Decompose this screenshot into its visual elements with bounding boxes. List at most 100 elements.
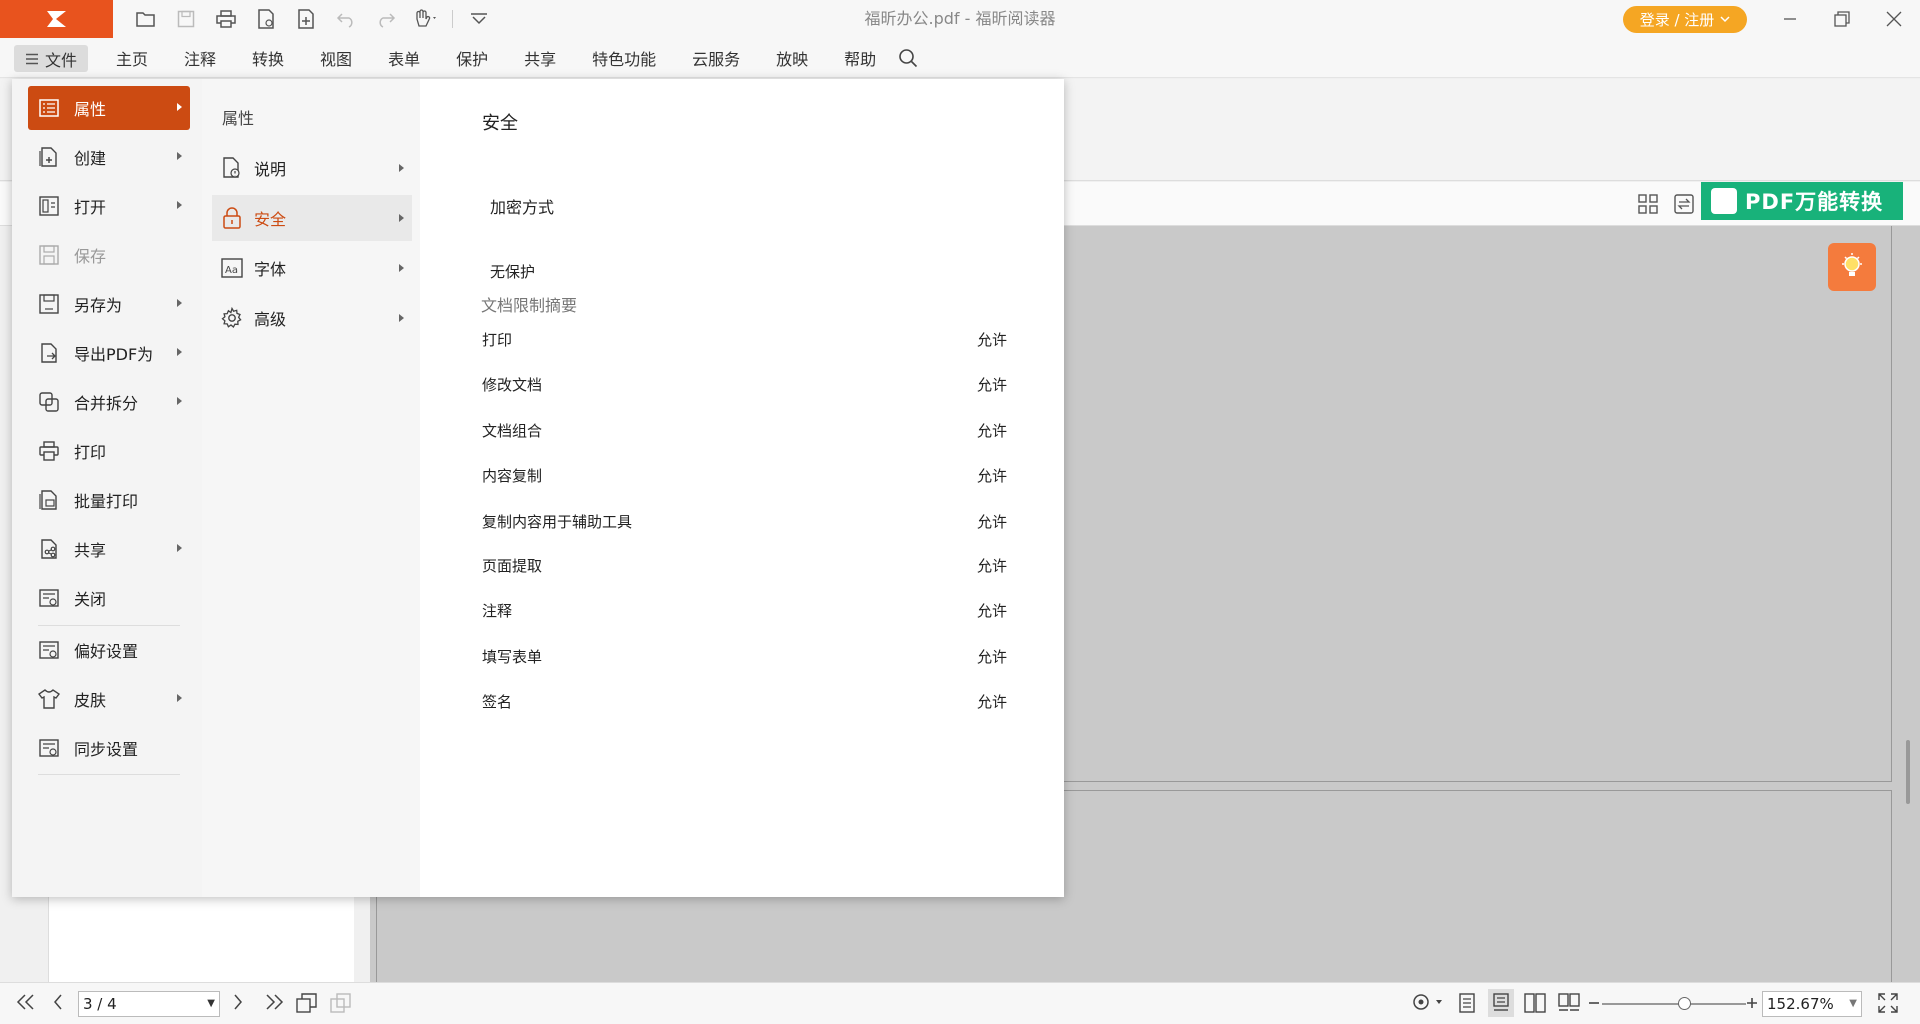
file-menu-item-label: 导出PDF为: [74, 345, 154, 364]
file-menu-item-preferences[interactable]: 偏好设置: [28, 628, 190, 672]
continuous-page-icon[interactable]: [1488, 989, 1514, 1017]
restore-button[interactable]: [1816, 0, 1868, 38]
file-menu-item-create[interactable]: 创建: [28, 135, 190, 179]
file-menu-button[interactable]: 文件: [14, 45, 88, 72]
file-menu-item-skin[interactable]: 皮肤: [28, 677, 190, 721]
close-button[interactable]: [1868, 0, 1920, 38]
skin-shirt-icon: [38, 688, 60, 710]
zoom-slider[interactable]: [1602, 997, 1746, 1010]
zoom-level-input[interactable]: 152.67% ▼: [1762, 991, 1862, 1017]
permission-row: 复制内容用于辅助工具 允许: [482, 506, 1007, 536]
properties-item-advanced[interactable]: 高级: [212, 295, 412, 341]
zoom-out-icon[interactable]: [1588, 994, 1600, 1012]
file-menu-item-open[interactable]: 打开: [28, 184, 190, 228]
file-menu-item-label: 合并拆分: [74, 394, 139, 413]
last-page-icon[interactable]: [264, 993, 284, 1011]
file-menu-item-sync-settings[interactable]: 同步设置: [28, 726, 190, 770]
vertical-scrollbar[interactable]: [1906, 740, 1910, 804]
permission-value: 允许: [976, 375, 1007, 394]
undo-icon[interactable]: [326, 0, 366, 38]
file-menu-item-print[interactable]: 打印: [28, 429, 190, 473]
zoom-slider-knob[interactable]: [1678, 997, 1691, 1010]
fullscreen-icon[interactable]: [1878, 993, 1898, 1013]
previous-page-icon[interactable]: [52, 993, 64, 1011]
first-page-icon[interactable]: [16, 993, 36, 1011]
title-bar: 福昕办公.pdf - 福昕阅读器 登录 / 注册: [0, 0, 1920, 38]
page-duplicate-icon[interactable]: [330, 993, 352, 1013]
permission-name: 复制内容用于辅助工具: [482, 512, 633, 531]
permission-row: 修改文档 允许: [482, 369, 1007, 399]
pdf-converter-promo-button[interactable]: PDF万能转换: [1701, 182, 1903, 220]
facing-pages-icon[interactable]: [1524, 993, 1546, 1013]
tab-slideshow[interactable]: 放映: [758, 46, 826, 70]
chevron-right-icon: [177, 299, 182, 307]
search-icon[interactable]: [898, 48, 918, 68]
minimize-button[interactable]: [1764, 0, 1816, 38]
view-mode-icon[interactable]: [1412, 993, 1446, 1011]
security-details-panel: 安全 加密方式 无保护 文档限制摘要 打印 允许 修改文档 允许 文档组合 允许…: [424, 79, 1064, 897]
tab-convert[interactable]: 转换: [234, 46, 302, 70]
customize-toolbar-icon[interactable]: [459, 0, 499, 38]
permission-value: 允许: [976, 421, 1007, 440]
tab-home[interactable]: 主页: [98, 46, 166, 70]
tips-lightbulb-button[interactable]: [1828, 243, 1876, 291]
open-icon: [38, 195, 60, 217]
tab-share[interactable]: 共享: [506, 46, 574, 70]
file-menu-item-label: 共享: [74, 541, 107, 560]
file-menu-item-export-pdf[interactable]: 导出PDF为: [28, 331, 190, 375]
file-menu-item-share[interactable]: 共享: [28, 527, 190, 571]
convert-view-icon[interactable]: [1674, 194, 1694, 214]
properties-item-fonts[interactable]: Aa 字体: [212, 245, 412, 291]
next-page-icon[interactable]: [232, 993, 244, 1011]
hand-tool-icon[interactable]: [406, 0, 446, 38]
dropdown-arrow-icon[interactable]: ▼: [1849, 992, 1857, 1016]
open-folder-icon[interactable]: [126, 0, 166, 38]
tab-form[interactable]: 表单: [370, 46, 438, 70]
permission-row: 内容复制 允许: [482, 460, 1007, 490]
security-title: 安全: [482, 113, 518, 134]
chevron-right-icon: [177, 544, 182, 552]
page-copy-icon[interactable]: [296, 993, 318, 1013]
print-icon[interactable]: [206, 0, 246, 38]
file-menu-item-label: 偏好设置: [74, 642, 139, 661]
file-menu-item-save-as[interactable]: 另存为: [28, 282, 190, 326]
file-properties-icon[interactable]: [246, 0, 286, 38]
dropdown-arrow-icon[interactable]: ▼: [207, 992, 215, 1016]
thumbnail-view-icon[interactable]: [1638, 194, 1658, 214]
new-file-icon[interactable]: [286, 0, 326, 38]
tab-features[interactable]: 特色功能: [574, 46, 674, 70]
permission-row: 打印 允许: [482, 324, 1007, 354]
tab-comment[interactable]: 注释: [166, 46, 234, 70]
chevron-down-icon: [1720, 16, 1730, 23]
close-icon: [1886, 11, 1902, 27]
properties-item-security[interactable]: 安全: [212, 195, 412, 241]
zoom-in-icon[interactable]: [1746, 994, 1758, 1012]
encryption-method-value: 无保护: [490, 263, 536, 281]
single-page-icon[interactable]: [1458, 993, 1476, 1013]
chevron-right-icon: [399, 264, 404, 272]
permission-row: 注释 允许: [482, 595, 1007, 625]
properties-item-description[interactable]: 说明: [212, 145, 412, 191]
properties-submenu: 属性 说明 安全 Aa 字体 高级: [202, 79, 420, 897]
file-menu-item-merge-split[interactable]: 合并拆分: [28, 380, 190, 424]
tab-view[interactable]: 视图: [302, 46, 370, 70]
file-menu-item-batch-print[interactable]: 批量打印: [28, 478, 190, 522]
login-register-button[interactable]: 登录 / 注册: [1623, 6, 1747, 33]
continuous-facing-icon[interactable]: [1558, 993, 1580, 1013]
file-menu-label: 文件: [44, 50, 77, 70]
tab-cloud[interactable]: 云服务: [674, 46, 758, 70]
svg-text:Aa: Aa: [225, 265, 238, 276]
properties-item-label: 字体: [254, 260, 287, 279]
file-menu-item-close[interactable]: 关闭: [28, 576, 190, 620]
app-logo: [0, 0, 113, 38]
save-icon[interactable]: [166, 0, 206, 38]
tab-help[interactable]: 帮助: [826, 46, 894, 70]
permission-name: 签名: [482, 692, 513, 711]
page-number-input[interactable]: 3 / 4 ▼: [78, 991, 220, 1017]
restore-icon: [1834, 11, 1850, 27]
tab-protect[interactable]: 保护: [438, 46, 506, 70]
file-menu-item-properties[interactable]: 属性: [28, 86, 190, 130]
redo-icon[interactable]: [366, 0, 406, 38]
permission-name: 修改文档: [482, 375, 543, 394]
file-menu-item-save[interactable]: 保存: [28, 233, 190, 277]
